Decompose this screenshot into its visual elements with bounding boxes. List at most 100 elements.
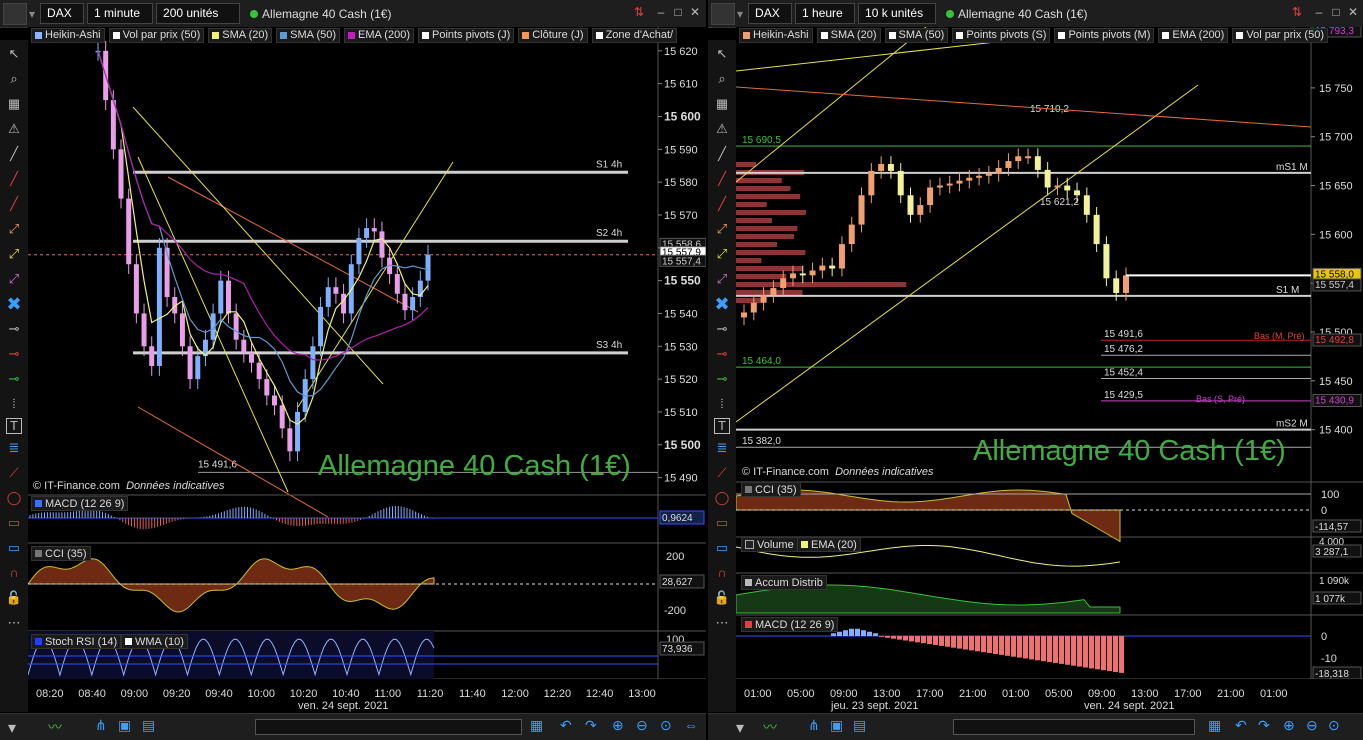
hline-green-icon[interactable]: ⊸ bbox=[711, 368, 733, 390]
layout-icon[interactable]: ▤ bbox=[853, 717, 866, 734]
indicator-icon[interactable]: 〰 bbox=[48, 717, 62, 737]
rectangle-icon[interactable]: ▭ bbox=[3, 512, 25, 534]
undo-icon[interactable]: ↶ bbox=[560, 717, 572, 734]
text-icon[interactable]: T bbox=[714, 418, 730, 434]
right-legend-item[interactable]: Points pivots (M) bbox=[1054, 28, 1155, 43]
zoom-out-icon[interactable]: ⊖ bbox=[636, 717, 648, 734]
alert-icon[interactable]: ⚠ bbox=[3, 118, 25, 140]
hline-icon[interactable]: ⊸ bbox=[3, 318, 25, 340]
zoom-icon[interactable]: ⌕ bbox=[711, 68, 733, 90]
channel-icon[interactable]: ⟋ bbox=[3, 462, 25, 484]
right-status-menu-icon[interactable]: ▾ bbox=[736, 718, 744, 738]
right-interval-select[interactable]: 1 heure bbox=[795, 3, 856, 24]
ray-icon[interactable]: ⤢ bbox=[3, 218, 25, 240]
rect-blue-icon[interactable]: ▭ bbox=[711, 537, 733, 559]
indicator-icon[interactable]: 〰 bbox=[763, 717, 777, 737]
line-red-2-icon[interactable]: ╱ bbox=[3, 193, 25, 215]
line-icon[interactable]: ╱ bbox=[3, 143, 25, 165]
zoom-reset-icon[interactable]: ⊙ bbox=[1328, 717, 1340, 734]
dropdown-arrow-icon[interactable]: ▾ bbox=[29, 7, 35, 21]
fib-icon[interactable]: ≣ bbox=[711, 437, 733, 459]
left-legend-item[interactable]: Vol par prix (50) bbox=[108, 28, 205, 43]
right-close-icon[interactable]: ✕ bbox=[1346, 5, 1360, 19]
more-icon[interactable]: ⋯ bbox=[3, 612, 25, 634]
cross-icon[interactable]: ✖ bbox=[711, 293, 733, 315]
hline-red-icon[interactable]: ⊸ bbox=[3, 343, 25, 365]
share-icon[interactable]: ⋔ bbox=[95, 717, 107, 734]
redo-icon[interactable]: ↷ bbox=[1258, 717, 1270, 734]
redo-icon[interactable]: ↷ bbox=[585, 717, 597, 734]
layout-icon[interactable]: ▤ bbox=[142, 717, 155, 734]
left-legend-item[interactable]: Points pivots (J) bbox=[417, 28, 515, 43]
calendar-icon[interactable]: ▦ bbox=[530, 717, 543, 734]
cursor-icon[interactable]: ↖ bbox=[711, 43, 733, 65]
ray-pink-icon[interactable]: ⤢ bbox=[3, 268, 25, 290]
ruler-icon[interactable]: ▦ bbox=[711, 93, 733, 115]
cross-icon[interactable]: ✖ bbox=[3, 293, 25, 315]
line-icon[interactable]: ╱ bbox=[711, 143, 733, 165]
right-legend-item[interactable]: Vol par prix (50) bbox=[1232, 28, 1328, 43]
calendar-icon[interactable]: ▦ bbox=[1208, 717, 1221, 734]
ellipse-icon[interactable]: ◯ bbox=[711, 487, 733, 509]
zoom-in-icon[interactable]: ⊕ bbox=[1283, 717, 1295, 734]
right-legend-item[interactable]: EMA (200) bbox=[1158, 28, 1229, 43]
left-units-select[interactable]: 200 unités bbox=[156, 3, 241, 24]
zoom-in-icon[interactable]: ⊕ bbox=[612, 717, 624, 734]
alert-icon[interactable]: ⚠ bbox=[711, 118, 733, 140]
ray-icon[interactable]: ⤢ bbox=[711, 218, 733, 240]
right-scrollbar[interactable] bbox=[953, 719, 1195, 735]
ellipse-icon[interactable]: ◯ bbox=[3, 487, 25, 509]
left-symbol-field[interactable]: DAX bbox=[40, 3, 85, 24]
line-red-icon[interactable]: ╱ bbox=[3, 168, 25, 190]
right-symbol-field[interactable]: DAX bbox=[748, 3, 793, 24]
line-red-2-icon[interactable]: ╱ bbox=[711, 193, 733, 215]
left-interval-select[interactable]: 1 minute bbox=[87, 3, 154, 24]
ray-yellow-icon[interactable]: ⤢ bbox=[711, 243, 733, 265]
left-chart[interactable]: 15 620 15 610 15 600 15 590 15 580 15 570 15 5… bbox=[28, 27, 706, 713]
right-legend-item[interactable]: Heikin-Ashi bbox=[739, 28, 813, 43]
vline-icon[interactable]: ⦙ bbox=[3, 393, 25, 415]
right-units-select[interactable]: 10 k unités bbox=[858, 3, 937, 24]
left-legend-item[interactable]: EMA (200) bbox=[344, 28, 414, 43]
right-link-icon[interactable]: ⇅ bbox=[1290, 5, 1304, 19]
right-chart[interactable]: 15 75015 70015 65015 60015 55015 50015 4… bbox=[736, 27, 1363, 713]
save-icon[interactable]: ▣ bbox=[830, 717, 843, 734]
fib-icon[interactable]: ≣ bbox=[3, 437, 25, 459]
right-chart-type-icon[interactable] bbox=[711, 2, 735, 25]
maximize-icon[interactable]: □ bbox=[671, 5, 685, 19]
lock-icon[interactable]: 🔓 bbox=[711, 587, 733, 609]
ray-pink-icon[interactable]: ⤢ bbox=[711, 268, 733, 290]
right-dropdown-arrow-icon[interactable]: ▾ bbox=[737, 7, 743, 21]
zoom-icon[interactable]: ⌕ bbox=[3, 68, 25, 90]
rectangle-icon[interactable]: ▭ bbox=[711, 512, 733, 534]
left-legend-item[interactable]: SMA (20) bbox=[208, 28, 273, 43]
cursor-icon[interactable]: ↖ bbox=[3, 43, 25, 65]
hline-red-icon[interactable]: ⊸ bbox=[711, 343, 733, 365]
minimize-icon[interactable]: – bbox=[654, 5, 668, 19]
zoom-reset-icon[interactable]: ⊙ bbox=[660, 717, 672, 734]
rect-blue-icon[interactable]: ▭ bbox=[3, 537, 25, 559]
magnet-icon[interactable]: ∩ bbox=[3, 562, 25, 584]
vline-icon[interactable]: ⦙ bbox=[711, 393, 733, 415]
lock-icon[interactable]: 🔓 bbox=[3, 587, 25, 609]
right-maximize-icon[interactable]: □ bbox=[1329, 5, 1343, 19]
zoom-out-icon[interactable]: ⊖ bbox=[1306, 717, 1318, 734]
chart-type-icon[interactable] bbox=[3, 2, 27, 25]
hline-icon[interactable]: ⊸ bbox=[711, 318, 733, 340]
line-red-icon[interactable]: ╱ bbox=[711, 168, 733, 190]
ray-yellow-icon[interactable]: ⤢ bbox=[3, 243, 25, 265]
right-legend-item[interactable]: SMA (50) bbox=[884, 28, 949, 43]
close-icon[interactable]: ✕ bbox=[688, 5, 702, 19]
scrollbar[interactable] bbox=[255, 719, 522, 735]
save-icon[interactable]: ▣ bbox=[118, 717, 131, 734]
link-icon[interactable]: ⇅ bbox=[632, 5, 646, 19]
left-status-menu-icon[interactable]: ▾ bbox=[8, 718, 16, 738]
right-legend-item[interactable]: Points pivots (S) bbox=[952, 28, 1051, 43]
share-icon[interactable]: ⋔ bbox=[808, 717, 820, 734]
left-legend-item[interactable]: Heikin-Ashi bbox=[31, 28, 105, 43]
left-legend-item[interactable]: Clôture (J) bbox=[518, 28, 588, 43]
left-legend-item[interactable]: SMA (50) bbox=[276, 28, 341, 43]
fit-icon[interactable]: ⇔ bbox=[684, 717, 698, 733]
undo-icon[interactable]: ↶ bbox=[1235, 717, 1247, 734]
hline-green-icon[interactable]: ⊸ bbox=[3, 368, 25, 390]
